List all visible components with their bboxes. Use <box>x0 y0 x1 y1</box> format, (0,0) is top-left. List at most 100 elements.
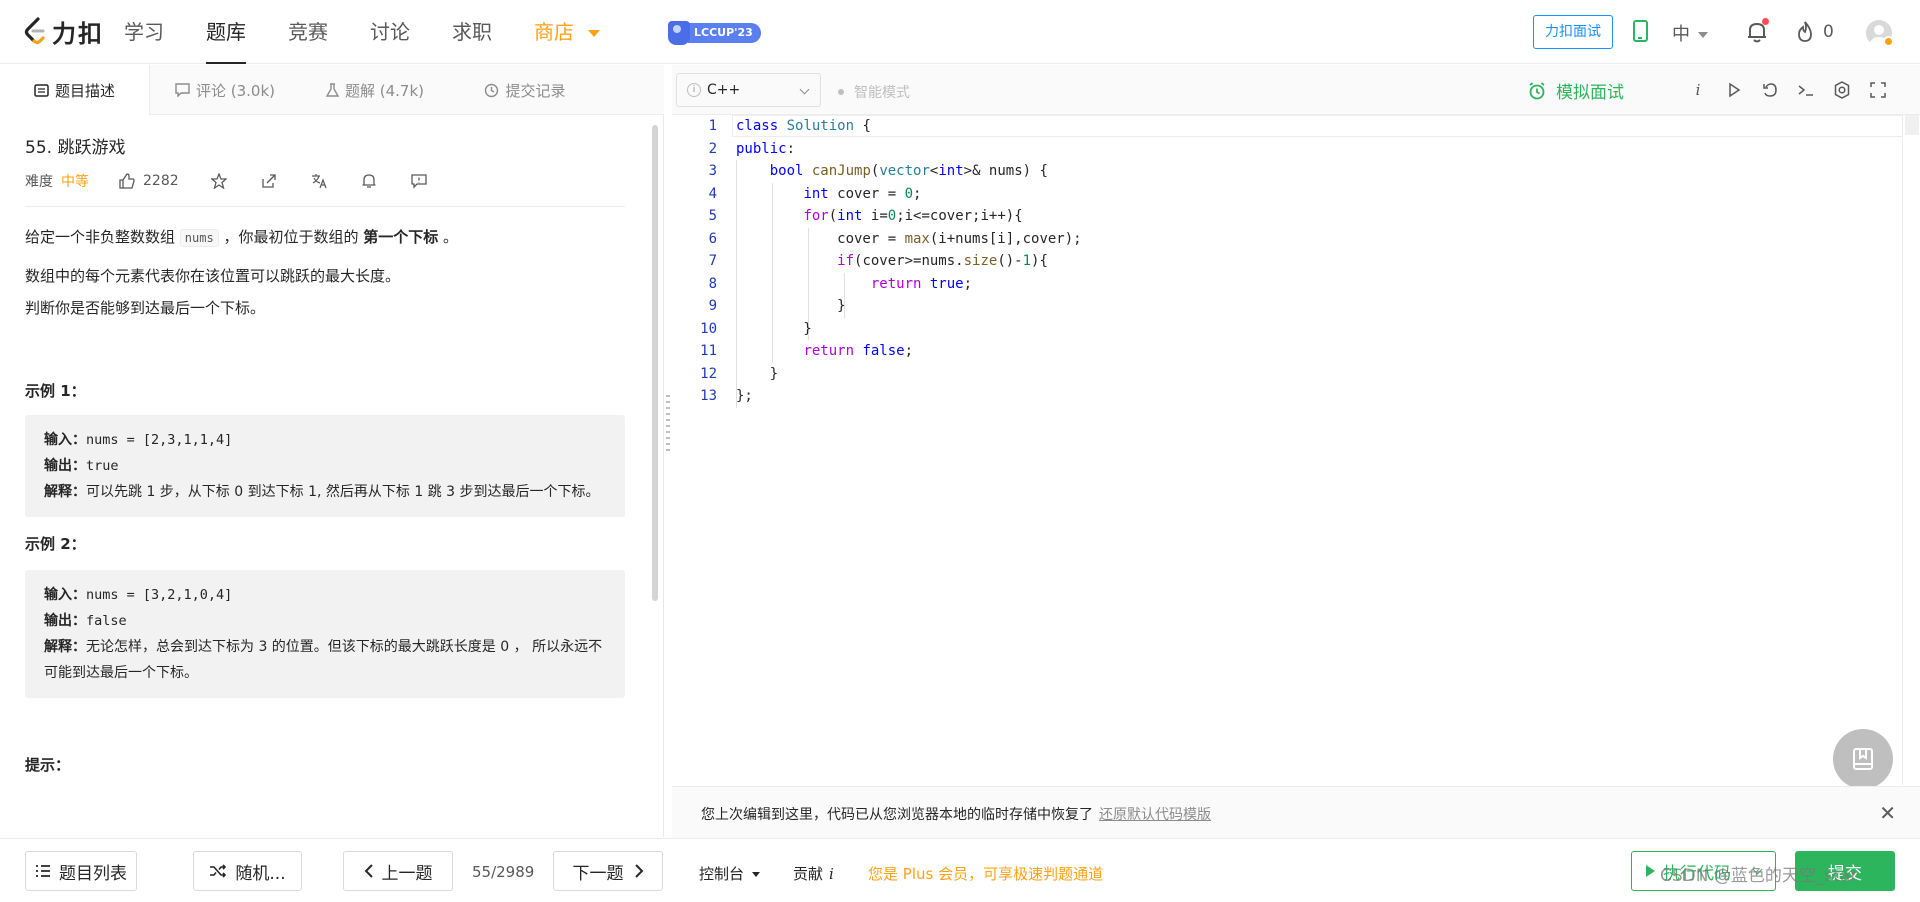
restore-notice-text: 您上次编辑到这里，代码已从您浏览器本地的临时存储中恢复了 还原默认代码模版 <box>701 804 1211 824</box>
code-line: 11 return false; <box>672 340 1900 363</box>
example-output: 输出：true <box>44 453 606 479</box>
code-text: } <box>736 365 779 382</box>
tab-description[interactable]: 题目描述 <box>0 65 150 115</box>
nav-jobs[interactable]: 求职 <box>452 0 492 64</box>
inline-code: nums <box>179 229 219 247</box>
explain-label: 解释： <box>44 639 86 655</box>
line-number: 2 <box>708 140 717 157</box>
scrollbar-thumb[interactable] <box>1905 115 1919 135</box>
line-number: 7 <box>708 253 717 269</box>
language-select[interactable]: i C++ <box>676 73 821 107</box>
leetcode-logo[interactable]: 力扣 <box>22 16 104 48</box>
random-button[interactable]: 随机... <box>193 851 302 891</box>
brand-name: 力扣 <box>52 19 104 48</box>
interview-button[interactable]: 力扣面试 <box>1533 15 1613 49</box>
nav-study[interactable]: 学习 <box>124 0 164 64</box>
contribute-label: 贡献 <box>793 865 824 883</box>
code-editor[interactable]: 1 class Solution { 2 public: 3 bool canJum… <box>672 115 1920 785</box>
left-scrollbar[interactable] <box>652 125 658 601</box>
settings-gear-icon[interactable] <box>1832 80 1852 100</box>
line-number: 12 <box>700 365 717 382</box>
line-number: 8 <box>708 275 717 292</box>
problem-tabs: 题目描述 评论 (3.0k) 题解 (4.7k) 提交记录 <box>0 65 664 115</box>
event-badge-label: LCCUP'23 <box>688 23 761 43</box>
mock-interview-button[interactable]: 模拟面试 <box>1528 78 1624 103</box>
watermark: CSDN @蓝色的天空_star <box>1660 866 1858 886</box>
info-icon: i <box>687 83 701 97</box>
input-label: 输入： <box>44 432 86 448</box>
next-problem-button[interactable]: 下一题 <box>553 851 663 891</box>
panel-resize-handle[interactable] <box>666 395 670 455</box>
example-input: 输入：nums = [3,2,1,0,4] <box>44 582 606 608</box>
feedback-icon[interactable] <box>410 173 427 189</box>
share-icon[interactable] <box>261 173 277 189</box>
alarm-clock-icon <box>1529 81 1545 99</box>
trophy-icon <box>668 21 690 45</box>
line-number: 9 <box>708 298 717 314</box>
next-problem-label: 下一题 <box>572 863 624 884</box>
smart-mode-label: 智能模式 <box>854 85 910 101</box>
example-output: 输出：false <box>44 608 606 634</box>
debug-run-icon[interactable] <box>1724 80 1744 100</box>
close-icon[interactable]: ✕ <box>1879 801 1896 825</box>
streak-count: 0 <box>1823 22 1834 42</box>
streak-flame-icon[interactable] <box>1795 21 1815 43</box>
tab-solutions-label: 题解 (4.7k) <box>344 81 424 100</box>
language-select-value: C++ <box>707 82 741 98</box>
contribute-button[interactable]: 贡献 i <box>793 863 834 884</box>
example-explanation: 解释：可以先跳 1 步，从下标 0 到达下标 1, 然后再从下标 1 跳 3 步… <box>44 479 606 505</box>
info-italic-icon[interactable]: i <box>1688 80 1708 100</box>
output-value: true <box>86 458 119 474</box>
problem-meta: 难度 中等 2282 <box>25 170 625 192</box>
smart-mode-toggle[interactable]: 智能模式 <box>838 82 910 102</box>
previous-problem-button[interactable]: 上一题 <box>343 851 453 891</box>
tab-comments[interactable]: 评论 (3.0k) <box>150 65 300 115</box>
nav-contest[interactable]: 竞赛 <box>288 0 328 64</box>
example-block: 输入：nums = [3,2,1,0,4] 输出：false 解释：无论怎样，总… <box>25 570 625 698</box>
notes-button[interactable] <box>1833 729 1893 789</box>
problem-list-button[interactable]: 题目列表 <box>25 851 137 891</box>
thumbs-up-icon[interactable] <box>119 173 135 189</box>
line-number: 10 <box>700 320 717 337</box>
tab-solutions[interactable]: 题解 (4.7k) <box>300 65 450 115</box>
caret-down-icon <box>752 872 761 877</box>
code-text: }; <box>736 388 753 404</box>
random-label: 随机... <box>235 863 286 884</box>
top-navigation: 力扣 学习 题库 竞赛 讨论 求职 商店 LCCUP'23 力扣面试 中 0 <box>0 0 1920 64</box>
editor-scrollbar[interactable] <box>1902 115 1920 785</box>
reset-icon[interactable] <box>1760 80 1780 100</box>
tab-description-label: 题目描述 <box>54 81 115 100</box>
chevron-down-icon <box>588 30 600 37</box>
leetcode-logo-icon <box>24 17 45 45</box>
restore-default-link[interactable]: 还原默认代码模版 <box>1099 807 1211 823</box>
event-badge[interactable]: LCCUP'23 <box>668 20 761 46</box>
explain-value: 可以先跳 1 步，从下标 0 到达下标 1, 然后再从下标 1 跳 3 步到达最… <box>86 484 600 500</box>
console-toggle[interactable]: 控制台 <box>699 863 761 884</box>
mobile-app-icon[interactable] <box>1633 20 1648 42</box>
nav-store[interactable]: 商店 <box>534 0 600 64</box>
translate-icon[interactable] <box>311 173 327 189</box>
code-text: int cover = 0; <box>803 185 922 202</box>
example-title: 示例 1： <box>25 382 86 400</box>
star-icon[interactable] <box>210 173 227 189</box>
problem-description-line3: 判断你是否能够到达最后一个下标。 <box>25 299 266 317</box>
line-number: 5 <box>708 208 717 224</box>
fullscreen-icon[interactable] <box>1868 80 1888 100</box>
code-text: } <box>736 320 812 337</box>
problem-counter: 55/2989 <box>472 863 535 881</box>
input-value: nums = [3,2,1,0,4] <box>86 587 233 603</box>
tab-submissions[interactable]: 提交记录 <box>450 65 600 115</box>
output-value: false <box>86 613 127 629</box>
bell-subscribe-icon[interactable] <box>361 173 377 189</box>
language-switch[interactable]: 中 <box>1672 20 1708 46</box>
terminal-icon[interactable] <box>1796 80 1816 100</box>
nav-problemset[interactable]: 题库 <box>206 0 246 64</box>
output-label: 输出： <box>44 613 86 629</box>
line-number: 13 <box>700 388 717 404</box>
code-line: 7 if(cover>=nums.size()-1){ <box>672 250 1900 273</box>
problem-content[interactable]: 55. 跳跃游戏 难度 中等 2282 给定一个非负整数数组 nums ，你最初… <box>0 115 650 837</box>
notification-dot <box>1762 18 1769 25</box>
code-line: 3 bool canJump(vector<int>& nums) { <box>672 160 1900 183</box>
nav-discuss[interactable]: 讨论 <box>370 0 410 64</box>
problem-description-line2: 数组中的每个元素代表你在该位置可以跳跃的最大长度。 <box>25 267 401 285</box>
